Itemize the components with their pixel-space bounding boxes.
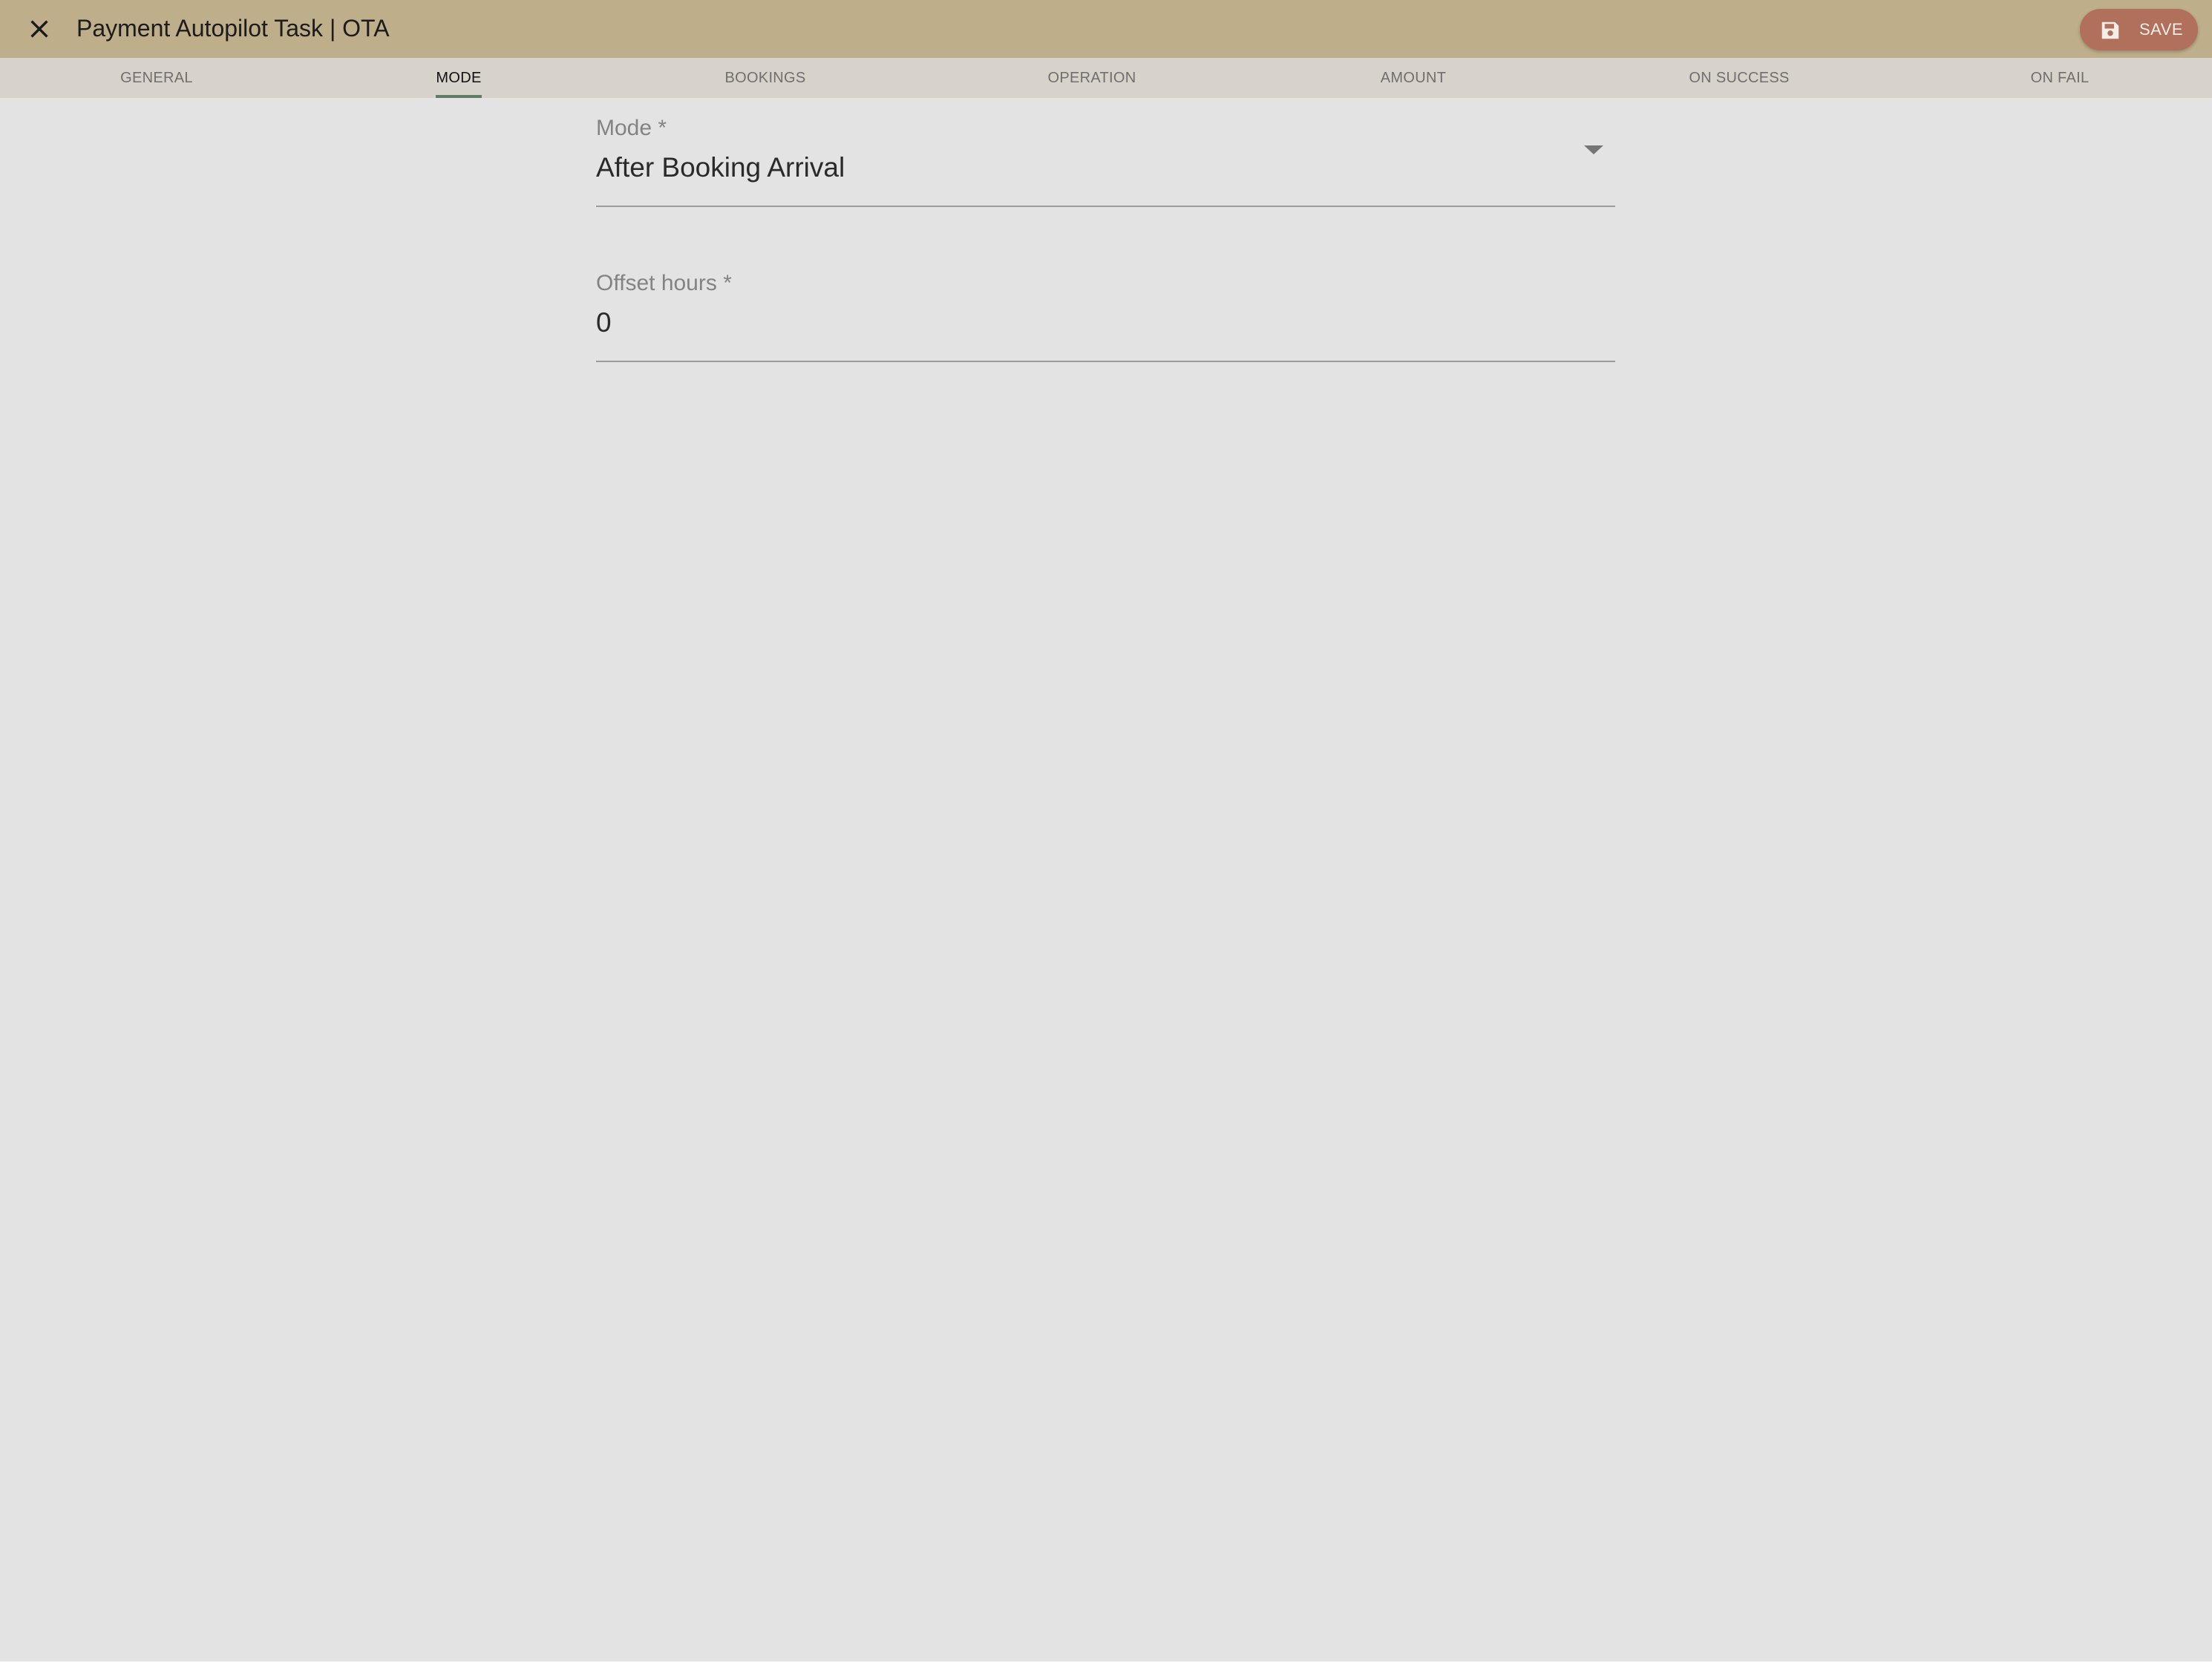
tab-bar: GENERAL MODE BOOKINGS OPERATION AMOUNT O… [0, 58, 2212, 98]
mode-select[interactable]: Mode * After Booking Arrival [596, 104, 1615, 208]
mode-value: After Booking Arrival [596, 152, 845, 183]
mode-label: Mode * [596, 116, 667, 140]
tab-amount[interactable]: AMOUNT [1381, 58, 1446, 98]
tab-on-success[interactable]: ON SUCCESS [1689, 58, 1789, 98]
tab-bookings[interactable]: BOOKINGS [724, 58, 805, 98]
tab-on-fail[interactable]: ON FAIL [2031, 58, 2090, 98]
offset-hours-label: Offset hours * [596, 271, 732, 295]
offset-hours-input[interactable]: Offset hours * 0 [596, 259, 1615, 363]
tab-general[interactable]: GENERAL [120, 58, 193, 98]
close-button[interactable] [19, 9, 59, 49]
page-title: Payment Autopilot Task | OTA [76, 15, 390, 42]
offset-hours-underline [596, 361, 1615, 362]
tab-operation[interactable]: OPERATION [1047, 58, 1136, 98]
mode-underline [596, 206, 1615, 207]
top-toolbar: Payment Autopilot Task | OTA SAVE [0, 0, 2212, 58]
dropdown-arrow-icon[interactable] [1584, 145, 1603, 154]
floppy-disk-icon [2101, 22, 2119, 39]
tab-mode[interactable]: MODE [436, 58, 481, 98]
save-button[interactable]: SAVE [2080, 9, 2198, 50]
offset-hours-value: 0 [596, 307, 612, 338]
close-icon [30, 20, 48, 38]
app-window: Payment Autopilot Task | OTA SAVE GENERA… [0, 0, 2212, 1662]
save-button-label: SAVE [2139, 20, 2184, 39]
active-tab-indicator [436, 95, 482, 98]
